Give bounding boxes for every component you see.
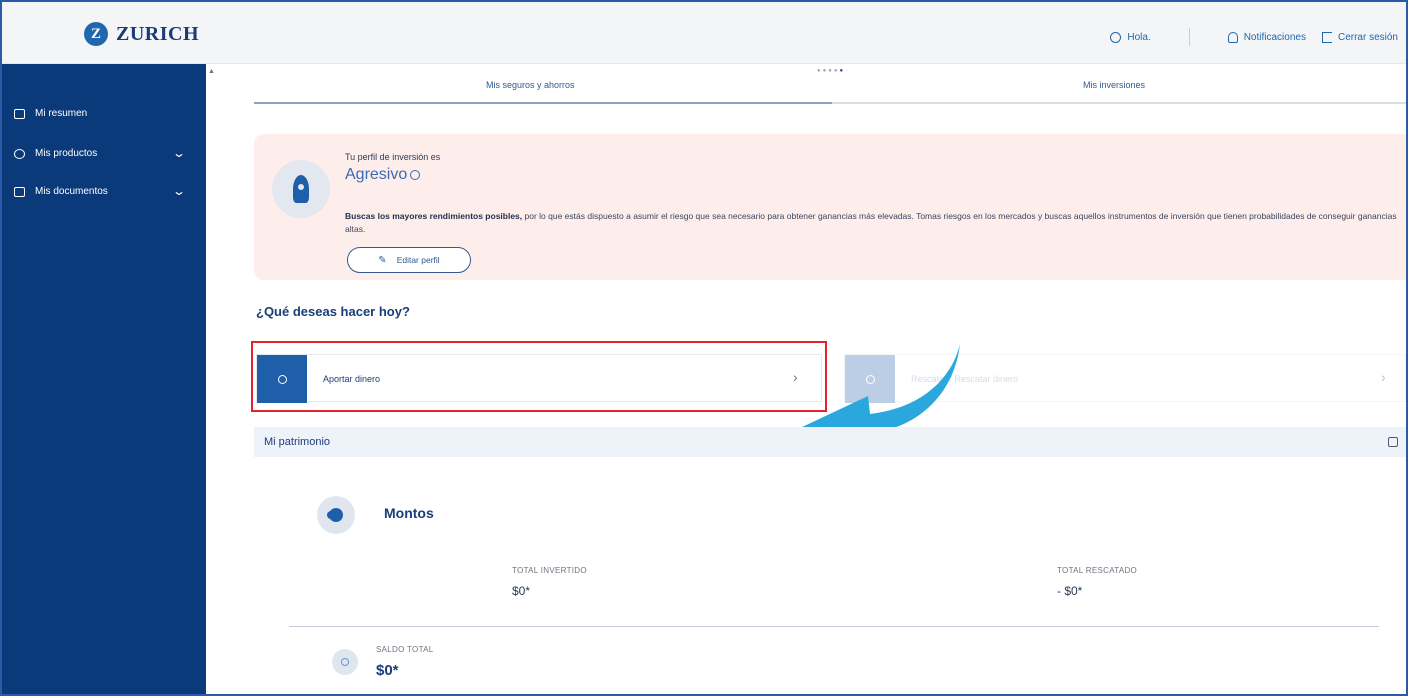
money-icon [317,496,355,534]
greeting-text: Hola. [1127,31,1151,43]
logout-button[interactable]: Cerrar sesión [1314,31,1406,43]
sidebar-item-label: Mi resumen [35,108,88,119]
active-tab-indicator [254,102,832,104]
edit-profile-label: Editar perfil [396,255,440,265]
montos-title: Montos [384,505,434,521]
app-window: Z ZURICH Hola. Notificaciones Cerrar ses… [0,0,1408,696]
logout-label: Cerrar sesión [1337,31,1398,43]
profile-description: Buscas los mayores rendimientos posibles… [345,210,1405,236]
user-greeting-button[interactable]: Hola. [1102,31,1158,43]
notifications-label: Notificaciones [1243,31,1306,43]
zurich-logo-icon: Z [84,22,108,46]
scroll-up-arrow-icon[interactable]: ▲ [208,68,215,75]
tab-bar: Mis seguros y ahorros ●●●●● Mis inversio… [254,64,1406,104]
profile-avatar [272,160,330,218]
chevron-down-icon: ⌄ [171,146,187,160]
sidebar: Mi resumen Mis productos ⌄ Mis documento… [2,64,206,694]
sidebar-item-label: Mis documentos [35,186,108,197]
edit-profile-button[interactable]: ✎ Editar perfil [347,247,471,273]
top-bar: Z ZURICH Hola. Notificaciones Cerrar ses… [2,2,1406,64]
highlight-box [251,341,827,412]
total-invertido-value: $0* [512,584,531,598]
zurich-logo[interactable]: Z ZURICH [84,22,199,46]
mi-patrimonio-bar: Mi patrimonio [254,427,1406,457]
products-icon [14,148,25,159]
saldo-total-label: SALDO TOTAL [376,645,434,654]
profile-label: Tu perfil de inversión es [345,152,441,162]
sidebar-item-mi-resumen[interactable]: Mi resumen [14,108,184,119]
investment-profile-card: Tu perfil de inversión es Agresivo Busca… [254,134,1406,280]
profile-description-bold: Buscas los mayores rendimientos posibles… [345,211,523,221]
rocket-icon [293,175,309,203]
carousel-dots[interactable]: ●●●●● [817,68,845,74]
question-icon[interactable] [410,170,421,180]
actions-heading: ¿Qué deseas hacer hoy? [256,304,410,319]
logo-text: ZURICH [116,22,200,45]
divider [289,626,1379,627]
saldo-icon [332,649,358,675]
calendar-icon[interactable] [1388,437,1398,447]
chevron-down-icon: ⌄ [171,184,187,198]
sidebar-item-label: Mis productos [35,148,98,159]
mi-patrimonio-title: Mi patrimonio [264,436,331,448]
tab-mis-inversiones[interactable]: Mis inversiones [1083,80,1145,90]
total-rescatado-label: TOTAL RESCATADO [1057,566,1138,575]
logout-icon [1321,31,1332,43]
tab-mis-seguros-y-ahorros[interactable]: Mis seguros y ahorros [486,80,575,90]
bell-icon [1227,31,1238,43]
sidebar-item-mis-documentos[interactable]: Mis documentos ⌄ [14,184,187,198]
total-invertido-label: TOTAL INVERTIDO [512,566,587,575]
user-icon [1110,31,1122,43]
pencil-icon: ✎ [378,254,387,266]
profile-type: Agresivo [345,166,421,184]
profile-type-text: Agresivo [345,166,408,183]
book-icon [14,108,25,119]
saldo-total-value: $0* [376,662,399,679]
total-rescatado-value: - $0* [1057,584,1083,598]
sidebar-item-mis-productos[interactable]: Mis productos ⌄ [14,146,187,160]
top-divider [1188,28,1190,46]
top-right-menu: Hola. Notificaciones Cerrar sesión [1102,28,1406,46]
folder-icon [14,186,25,197]
notifications-button[interactable]: Notificaciones [1220,31,1314,43]
chevron-right-icon: › [1381,369,1386,385]
